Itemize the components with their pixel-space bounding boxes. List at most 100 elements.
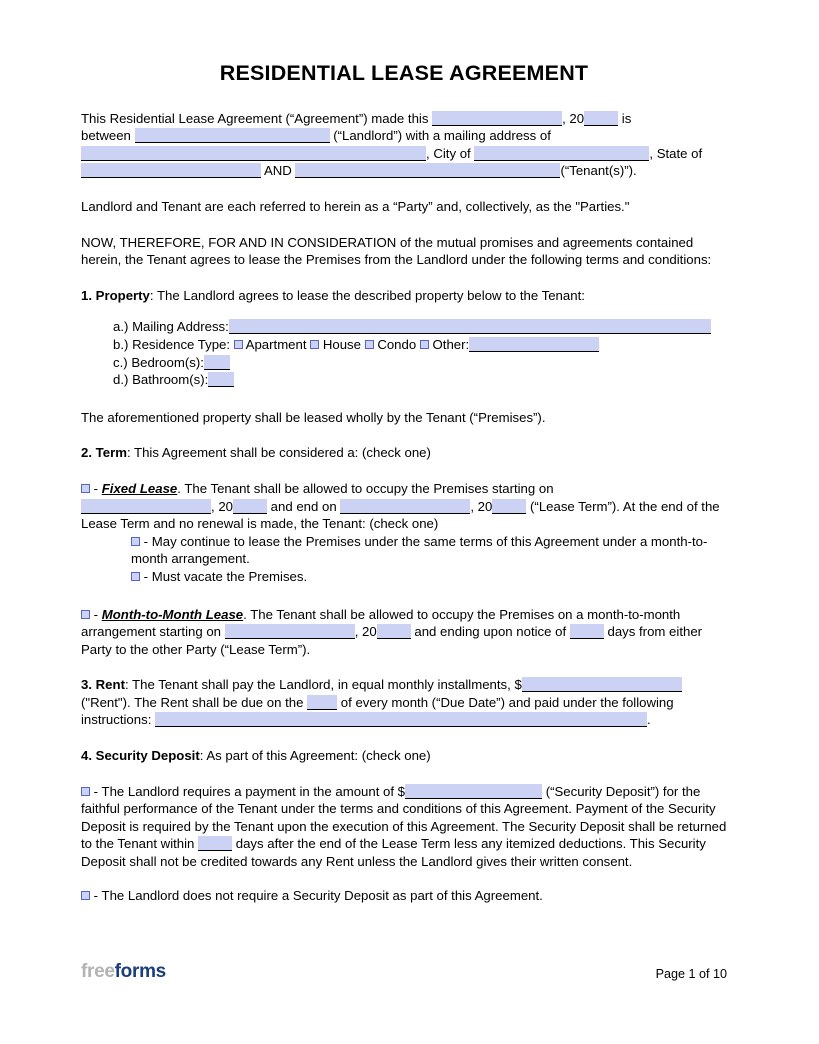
suboption-vacate-dash: - <box>143 568 149 584</box>
section-rent-number: 3. Rent <box>81 677 125 693</box>
intro-text-1: This Residential Lease Agreement (“Agree… <box>81 110 429 126</box>
page-number: Page 1 of 10 <box>655 967 727 981</box>
residence-type-other-field[interactable] <box>469 336 600 352</box>
item-marker-a: a.) <box>113 319 129 335</box>
property-items-list: a.) Mailing Address: b.) Residence Type:… <box>81 318 727 388</box>
section-property-number: 1. Property <box>81 287 150 303</box>
section-rent-text-b: ("Rent"). The Rent shall be due on the <box>81 694 304 710</box>
checkbox-must-vacate[interactable] <box>131 571 140 581</box>
tenant-name-field[interactable] <box>295 163 561 179</box>
suboption-continue-dash: - <box>143 533 149 549</box>
deposit-option2-dash: - <box>93 887 99 903</box>
mtm-text-c: and ending upon notice of <box>414 624 567 640</box>
item-label-bathrooms: Bathroom(s): <box>132 372 209 388</box>
fixed-lease-option: - Fixed Lease. The Tenant shall be allow… <box>81 480 727 533</box>
premises-paragraph: The aforementioned property shall be lea… <box>81 409 546 425</box>
item-marker-d: d.) <box>113 372 129 388</box>
landlord-name-field[interactable] <box>134 128 330 144</box>
fixed-lease-text-a: . The Tenant shall be allowed to occupy … <box>177 480 554 496</box>
checkbox-house[interactable] <box>310 339 320 349</box>
section-term-heading: 2. Term: This Agreement shall be conside… <box>81 444 727 462</box>
rent-amount-field[interactable] <box>521 677 682 693</box>
fixed-lease-start-date-field[interactable] <box>81 498 211 514</box>
month-to-month-option: - Month-to-Month Lease. The Tenant shall… <box>81 606 727 659</box>
section-rent-text-d: . <box>647 712 651 728</box>
landlord-city-field[interactable] <box>474 145 650 161</box>
landlord-address-field[interactable] <box>81 145 426 161</box>
checkbox-fixed-lease[interactable] <box>81 483 90 493</box>
security-deposit-return-days-field[interactable] <box>198 836 233 852</box>
option-label-other: Other: <box>432 336 470 352</box>
document-page: RESIDENTIAL LEASE AGREEMENT This Residen… <box>0 0 819 1044</box>
suboption-continue-label: May continue to lease the Premises under… <box>131 533 708 567</box>
fixed-lease-end-date-field[interactable] <box>340 498 471 514</box>
consideration-paragraph: NOW, THEREFORE, FOR AND IN CONSIDERATION… <box>81 234 712 268</box>
intro-text-7: , State of <box>649 145 703 161</box>
list-item-mailing-address: a.) Mailing Address: <box>81 318 727 336</box>
suboption-vacate-label: Must vacate the Premises. <box>151 568 308 584</box>
section-deposit-heading: 4. Security Deposit: As part of this Agr… <box>81 747 727 765</box>
list-item-bathrooms: d.) Bathroom(s): <box>81 371 727 389</box>
page-title: RESIDENTIAL LEASE AGREEMENT <box>219 61 589 85</box>
checkbox-other[interactable] <box>419 339 429 349</box>
option-label-condo: Condo <box>377 336 417 352</box>
freeforms-logo: freeforms <box>81 962 166 981</box>
fixed-lease-suboption-vacate: - Must vacate the Premises. <box>81 568 727 586</box>
intro-text-2: , 20 <box>562 110 585 126</box>
deposit-option-required: - The Landlord requires a payment in the… <box>81 783 727 871</box>
month-to-month-name: Month-to-Month Lease <box>101 606 244 622</box>
mtm-dash: - <box>93 606 99 622</box>
section-rent: 3. Rent: The Tenant shall pay the Landlo… <box>81 676 727 729</box>
rent-due-date-field[interactable] <box>307 694 338 710</box>
intro-text-3: is <box>621 110 632 126</box>
document-body: RESIDENTIAL LEASE AGREEMENT This Residen… <box>81 0 727 904</box>
property-mailing-address-field[interactable] <box>228 319 711 335</box>
mtm-notice-days-field[interactable] <box>569 624 604 640</box>
parties-paragraph: Landlord and Tenant are each referred to… <box>81 199 630 215</box>
section-property-heading: 1. Property: The Landlord agrees to leas… <box>81 287 727 305</box>
security-deposit-amount-field[interactable] <box>405 783 543 799</box>
section-deposit-number: 4. Security Deposit <box>81 748 200 764</box>
item-marker-c: c.) <box>113 354 128 370</box>
intro-paragraph: This Residential Lease Agreement (“Agree… <box>81 110 727 180</box>
section-term-heading-text: : This Agreement shall be considered a: … <box>126 445 431 461</box>
checkbox-month-to-month-lease[interactable] <box>81 609 90 619</box>
item-label-residence-type: Residence Type: <box>132 336 231 352</box>
checkbox-deposit-required[interactable] <box>81 786 90 796</box>
rent-instructions-field[interactable] <box>155 712 648 728</box>
deposit-option2-text: The Landlord does not require a Security… <box>101 887 543 903</box>
page-footer: freeforms Page 1 of 10 <box>81 962 727 981</box>
bedrooms-field[interactable] <box>203 354 230 370</box>
fixed-lease-text-b: , 20 <box>211 498 233 514</box>
list-item-bedrooms: c.) Bedroom(s): <box>81 354 727 372</box>
checkbox-apartment[interactable] <box>233 339 243 349</box>
option-label-house: House <box>322 336 361 352</box>
logo-text-free: free <box>81 961 115 982</box>
intro-text-5: (“Landlord”) with a mailing address of <box>333 128 551 144</box>
intro-text-6: , City of <box>426 145 471 161</box>
mtm-text-b: , 20 <box>354 624 377 640</box>
fixed-lease-end-year-field[interactable] <box>492 498 527 514</box>
checkbox-deposit-not-required[interactable] <box>81 890 90 900</box>
mtm-start-date-field[interactable] <box>224 624 355 640</box>
agreement-date-field[interactable] <box>432 110 563 126</box>
intro-text-8: AND <box>263 163 292 179</box>
landlord-state-field[interactable] <box>81 163 261 179</box>
fixed-lease-start-year-field[interactable] <box>233 498 267 514</box>
fixed-lease-text-d: , 20 <box>470 498 493 514</box>
deposit-option-not-required: - The Landlord does not require a Securi… <box>81 887 727 905</box>
item-label-mailing-address: Mailing Address: <box>132 319 229 335</box>
deposit-option1-dash: - <box>93 783 99 799</box>
checkbox-continue-month-to-month[interactable] <box>131 536 140 546</box>
fixed-lease-suboption-continue: - May continue to lease the Premises und… <box>81 533 727 568</box>
fixed-lease-name: Fixed Lease <box>101 480 178 496</box>
checkbox-condo[interactable] <box>364 339 374 349</box>
item-marker-b: b.) <box>113 336 129 352</box>
mtm-start-year-field[interactable] <box>376 624 411 640</box>
logo-text-forms: forms <box>114 961 167 982</box>
bathrooms-field[interactable] <box>208 372 235 388</box>
section-property-heading-text: : The Landlord agrees to lease the descr… <box>149 287 585 303</box>
section-rent-text-a: : The Tenant shall pay the Landlord, in … <box>124 677 522 693</box>
deposit-option1-text-a: The Landlord requires a payment in the a… <box>101 783 406 799</box>
agreement-year-field[interactable] <box>584 110 619 126</box>
